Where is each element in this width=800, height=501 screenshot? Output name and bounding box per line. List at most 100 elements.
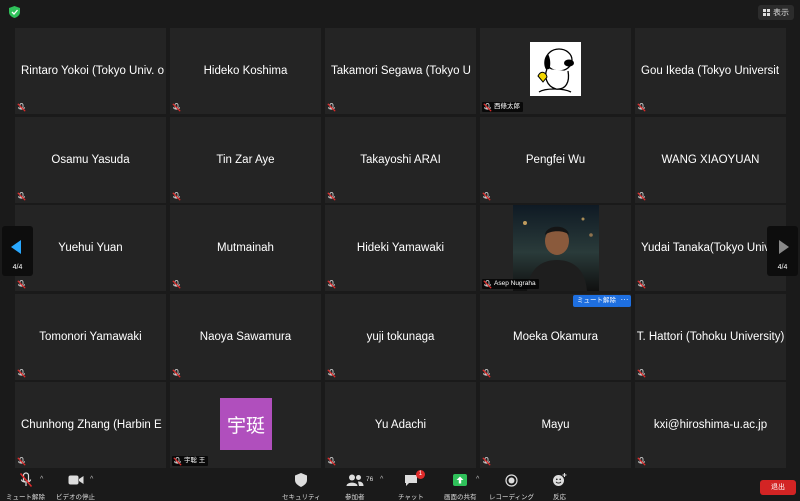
- participant-tile[interactable]: Yudai Tanaka(Tokyo Univ.: [635, 205, 786, 291]
- participant-tile[interactable]: Tomonori Yamawaki: [15, 294, 166, 380]
- participant-tile[interactable]: Tin Zar Aye: [170, 117, 321, 203]
- security-button[interactable]: セキュリティ: [282, 472, 321, 501]
- participant-name: Mutmainah: [217, 242, 274, 254]
- muted-mic-icon: [637, 280, 646, 289]
- participant-tile[interactable]: kxi@hiroshima-u.ac.jp: [635, 382, 786, 468]
- participant-tile[interactable]: Mayu: [480, 382, 631, 468]
- participant-tile[interactable]: Chunhong Zhang (Harbin E: [15, 382, 166, 468]
- participant-tile[interactable]: Takayoshi ARAI: [325, 117, 476, 203]
- participant-tile[interactable]: Yu Adachi: [325, 382, 476, 468]
- participant-name-label: Asep Nugraha: [482, 279, 539, 289]
- share-screen-button[interactable]: 画面の共有: [444, 472, 477, 501]
- muted-mic-icon: [327, 369, 336, 378]
- chat-label: チャット: [398, 494, 424, 501]
- muted-mic-icon: [637, 369, 646, 378]
- participant-name: yuji tokunaga: [366, 331, 435, 343]
- muted-mic-icon: [17, 457, 26, 466]
- reactions-label: 反応: [553, 494, 566, 501]
- muted-mic-icon: [327, 103, 336, 112]
- unmute-label: ミュート解除: [6, 494, 45, 501]
- participant-name: kxi@hiroshima-u.ac.jp: [653, 419, 768, 431]
- share-screen-icon: [453, 474, 468, 486]
- chat-unread-badge: 1: [415, 470, 425, 479]
- muted-mic-icon: [482, 457, 491, 466]
- participant-name-label: 宇聡 王: [172, 456, 209, 466]
- audio-options-caret-icon[interactable]: ^: [40, 476, 43, 483]
- participant-name: Yuehui Yuan: [58, 242, 123, 254]
- muted-mic-icon: [327, 280, 336, 289]
- muted-mic-icon: [327, 192, 336, 201]
- participants-caret-icon[interactable]: ^: [380, 476, 383, 483]
- arrow-left-icon: [11, 240, 21, 254]
- ask-to-unmute-button[interactable]: ミュート解除: [573, 295, 620, 307]
- participant-tile[interactable]: 西條太郎: [480, 28, 631, 114]
- participant-tile[interactable]: Mutmainah: [170, 205, 321, 291]
- muted-mic-icon: [172, 280, 181, 289]
- participant-tile[interactable]: Rintaro Yokoi (Tokyo Univ. o: [15, 28, 166, 114]
- participant-name-label-text: Asep Nugraha: [494, 280, 536, 287]
- participant-name: Chunhong Zhang (Harbin E: [21, 419, 162, 431]
- participant-tile[interactable]: Gou Ikeda (Tokyo Universit: [635, 28, 786, 114]
- muted-mic-icon: [172, 103, 181, 112]
- participant-tile[interactable]: 宇珽 宇聡 王: [170, 382, 321, 468]
- participant-name: Gou Ikeda (Tokyo Universit: [641, 65, 780, 77]
- muted-mic-icon: [482, 192, 491, 201]
- participant-tile[interactable]: Hideki Yamawaki: [325, 205, 476, 291]
- muted-mic-icon: [637, 103, 646, 112]
- muted-mic-icon: [327, 457, 336, 466]
- participant-name: T. Hattori (Tohoku University): [637, 331, 784, 343]
- participants-count: 76: [366, 476, 374, 483]
- more-options-button[interactable]: ···: [618, 295, 631, 307]
- muted-mic-icon: [17, 192, 26, 201]
- security-shield-icon[interactable]: [9, 6, 20, 18]
- record-button[interactable]: レコーディング: [489, 472, 534, 501]
- participant-name: Osamu Yasuda: [51, 154, 130, 166]
- participant-tile[interactable]: Takamori Segawa (Tokyo U: [325, 28, 476, 114]
- microphone-muted-icon: [19, 472, 32, 487]
- video-options-caret-icon[interactable]: ^: [90, 476, 93, 483]
- participant-name: Yudai Tanaka(Tokyo Univ.: [641, 242, 773, 254]
- security-label: セキュリティ: [282, 494, 321, 501]
- shield-icon: [295, 473, 308, 487]
- participants-label: 参加者: [345, 494, 365, 501]
- view-button[interactable]: 表示: [758, 5, 794, 20]
- participant-name: Naoya Sawamura: [199, 331, 292, 343]
- muted-mic-icon: [483, 102, 492, 112]
- top-bar: 表示: [0, 0, 800, 24]
- leave-meeting-button[interactable]: 退出: [760, 480, 796, 495]
- participant-name: Rintaro Yokoi (Tokyo Univ. o: [21, 65, 164, 77]
- participant-tile[interactable]: Naoya Sawamura: [170, 294, 321, 380]
- muted-mic-icon: [637, 192, 646, 201]
- participants-button[interactable]: 参加者: [345, 472, 365, 501]
- reactions-button[interactable]: 反応: [552, 472, 567, 501]
- participant-name: Hideki Yamawaki: [356, 242, 445, 254]
- participant-tile[interactable]: Yuehui Yuan: [15, 205, 166, 291]
- participant-tile[interactable]: Hideko Koshima: [170, 28, 321, 114]
- share-options-caret-icon[interactable]: ^: [476, 476, 479, 483]
- participant-name: Pengfei Wu: [525, 154, 586, 166]
- arrow-right-icon: [779, 240, 789, 254]
- participant-tile[interactable]: T. Hattori (Tohoku University): [635, 294, 786, 380]
- participant-tile[interactable]: Asep Nugraha: [480, 205, 631, 291]
- participant-tile[interactable]: yuji tokunaga: [325, 294, 476, 380]
- record-icon: [505, 473, 518, 487]
- participant-name: Hideko Koshima: [203, 65, 288, 77]
- next-page-button[interactable]: 4/4: [767, 226, 798, 276]
- participant-tile[interactable]: WANG XIAOYUAN: [635, 117, 786, 203]
- participant-name-label-text: 宇聡 王: [184, 457, 206, 464]
- muted-mic-icon: [17, 369, 26, 378]
- muted-mic-icon: [17, 103, 26, 112]
- participant-name: WANG XIAOYUAN: [661, 154, 760, 166]
- participant-name: Mayu: [541, 419, 570, 431]
- previous-page-button[interactable]: 4/4: [2, 226, 33, 276]
- participant-tile[interactable]: Osamu Yasuda: [15, 117, 166, 203]
- participant-tile[interactable]: Pengfei Wu: [480, 117, 631, 203]
- muted-mic-icon: [482, 369, 491, 378]
- participant-name: Takayoshi ARAI: [360, 154, 441, 166]
- grid-icon: [763, 9, 770, 16]
- muted-mic-icon: [173, 456, 182, 466]
- page-indicator-right: 4/4: [777, 264, 788, 271]
- participant-name: Yu Adachi: [374, 419, 427, 431]
- chat-button[interactable]: 1 チャット: [398, 470, 425, 501]
- participant-name-label: 西條太郎: [482, 102, 523, 112]
